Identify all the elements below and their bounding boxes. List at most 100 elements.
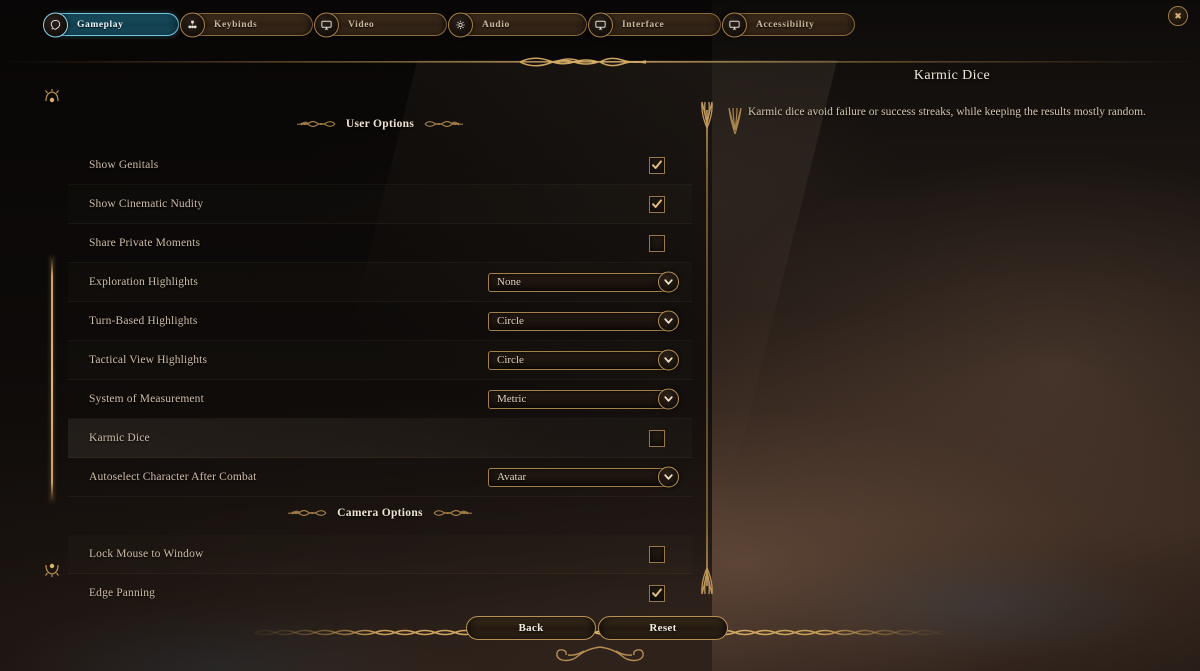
- monitor-icon: [722, 12, 747, 37]
- scrollbar-bottom-ornament-icon: [44, 563, 60, 577]
- scrollbar-top-ornament-icon: [44, 89, 60, 103]
- options-scrollbar-thumb[interactable]: [51, 256, 53, 502]
- tab-label-video: Video: [348, 19, 375, 30]
- option-checkbox[interactable]: [649, 234, 665, 252]
- option-row[interactable]: System of Measurement Metric: [68, 380, 692, 419]
- chevron-down-icon[interactable]: [658, 466, 679, 488]
- option-control: [649, 545, 682, 563]
- dropdown-value: None: [497, 276, 521, 288]
- reset-button[interactable]: Reset: [598, 616, 728, 640]
- close-icon: ✖: [1174, 10, 1182, 21]
- option-row[interactable]: Tactical View Highlights Circle: [68, 341, 692, 380]
- monitor-icon: [588, 12, 613, 37]
- section-flourish-icon: [287, 509, 327, 517]
- dropdown-value: Metric: [497, 393, 527, 405]
- monitor-icon: [314, 12, 339, 37]
- tab-interface[interactable]: Interface: [588, 12, 721, 37]
- dropdown-value: Circle: [497, 354, 524, 366]
- tab-label-accessibility: Accessibility: [756, 19, 815, 30]
- dropdown-value: Avatar: [497, 471, 527, 483]
- section-header: Camera Options: [68, 499, 692, 527]
- option-label: Share Private Moments: [89, 237, 201, 249]
- option-row[interactable]: Share Private Moments: [68, 224, 692, 263]
- checkmark-icon: [652, 199, 662, 208]
- option-row[interactable]: Autoselect Character After Combat Avatar: [68, 458, 692, 497]
- option-row[interactable]: Karmic Dice: [68, 419, 692, 458]
- close-button[interactable]: ✖: [1168, 6, 1188, 26]
- footer-button-group: Back Reset: [466, 616, 728, 640]
- detail-bullet-ornament-icon: [728, 107, 742, 135]
- tab-accessibility[interactable]: Accessibility: [722, 12, 855, 37]
- option-control: [649, 156, 682, 174]
- options-tab-bar: Gameplay Keybinds Video Audio Interface Acces…: [43, 12, 855, 37]
- option-control: [649, 195, 682, 213]
- option-row[interactable]: Lock Mouse to Window: [68, 535, 692, 574]
- option-detail-panel: Karmic Dice Karmic dice avoid failure or…: [726, 68, 1178, 138]
- chevron-down-icon[interactable]: [658, 271, 679, 293]
- option-label: Turn-Based Highlights: [89, 315, 198, 327]
- tab-label-audio: Audio: [482, 19, 510, 30]
- option-dropdown[interactable]: Avatar: [488, 466, 679, 488]
- option-control: None: [488, 271, 682, 293]
- option-checkbox[interactable]: [649, 429, 665, 447]
- option-label: Karmic Dice: [89, 432, 150, 444]
- tab-label-interface: Interface: [622, 19, 665, 30]
- audio-icon: [448, 12, 473, 37]
- section-title: Camera Options: [337, 507, 423, 519]
- option-row[interactable]: Show Cinematic Nudity: [68, 185, 692, 224]
- option-label: Autoselect Character After Combat: [89, 471, 257, 483]
- footer-bar: Back Reset: [0, 607, 1200, 671]
- option-dropdown[interactable]: Metric: [488, 388, 679, 410]
- option-dropdown[interactable]: Circle: [488, 349, 679, 371]
- option-label: Edge Panning: [89, 587, 155, 599]
- option-row[interactable]: Exploration Highlights None: [68, 263, 692, 302]
- chevron-down-icon[interactable]: [658, 388, 679, 410]
- detail-description: Karmic dice avoid failure or success str…: [748, 106, 1146, 118]
- option-control: [649, 234, 682, 252]
- gameplay-icon: [43, 12, 68, 37]
- option-dropdown[interactable]: None: [488, 271, 679, 293]
- back-button-label: Back: [518, 622, 544, 634]
- back-button[interactable]: Back: [466, 616, 596, 640]
- section-flourish-icon: [433, 509, 473, 517]
- checkmark-icon: [652, 160, 662, 169]
- option-checkbox[interactable]: [649, 195, 665, 213]
- option-row[interactable]: Show Genitals: [68, 146, 692, 185]
- option-control: Avatar: [488, 466, 682, 488]
- chevron-down-icon[interactable]: [658, 349, 679, 371]
- option-label: System of Measurement: [89, 393, 204, 405]
- chevron-down-icon[interactable]: [658, 310, 679, 332]
- tab-label-gameplay: Gameplay: [77, 19, 124, 30]
- section-flourish-icon: [424, 120, 464, 128]
- keybinds-icon: [180, 12, 205, 37]
- option-row[interactable]: Turn-Based Highlights Circle: [68, 302, 692, 341]
- tab-gameplay[interactable]: Gameplay: [43, 12, 179, 37]
- tab-audio[interactable]: Audio: [448, 12, 587, 37]
- option-label: Show Genitals: [89, 159, 159, 171]
- checkmark-icon: [652, 588, 662, 597]
- option-control: Metric: [488, 388, 682, 410]
- option-control: Circle: [488, 310, 682, 332]
- option-control: Circle: [488, 349, 682, 371]
- option-row[interactable]: Edge Panning: [68, 574, 692, 608]
- option-label: Lock Mouse to Window: [89, 548, 204, 560]
- options-list: User Options Show Genitals Show Cinematic …: [68, 108, 692, 608]
- reset-button-label: Reset: [649, 622, 677, 634]
- option-label: Tactical View Highlights: [89, 354, 208, 366]
- option-control: [649, 429, 682, 447]
- option-checkbox[interactable]: [649, 584, 665, 602]
- option-control: [649, 584, 682, 602]
- option-label: Exploration Highlights: [89, 276, 199, 288]
- section-header: User Options: [68, 110, 692, 138]
- option-dropdown[interactable]: Circle: [488, 310, 679, 332]
- tab-video[interactable]: Video: [314, 12, 447, 37]
- section-flourish-icon: [296, 120, 336, 128]
- dropdown-value: Circle: [497, 315, 524, 327]
- option-checkbox[interactable]: [649, 156, 665, 174]
- vertical-divider-ornament: [701, 101, 713, 595]
- section-title: User Options: [345, 118, 415, 130]
- detail-title: Karmic Dice: [913, 68, 991, 83]
- option-checkbox[interactable]: [649, 545, 665, 563]
- tab-keybinds[interactable]: Keybinds: [180, 12, 313, 37]
- option-label: Show Cinematic Nudity: [89, 198, 204, 210]
